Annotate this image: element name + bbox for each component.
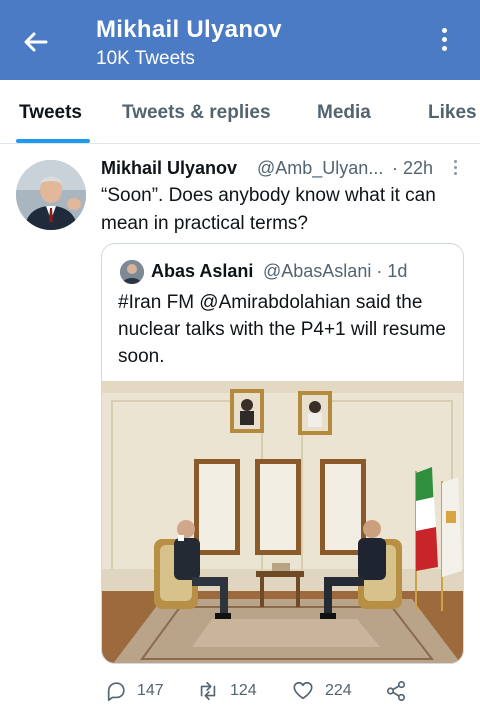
reply-icon[interactable] <box>105 680 127 702</box>
quote-author-name: Abas Aslani <box>151 261 254 281</box>
tweet-timestamp[interactable]: · 22h <box>392 158 433 179</box>
profile-tabs: Tweets Tweets & replies Media Likes <box>0 80 480 144</box>
reply-count: 147 <box>137 682 164 699</box>
retweet-icon[interactable] <box>197 680 219 702</box>
back-arrow-icon[interactable] <box>20 26 52 58</box>
quote-author-handle: @AbasAslani · 1d <box>263 261 408 281</box>
share-icon[interactable] <box>385 680 407 702</box>
retweet-count: 124 <box>230 682 257 699</box>
tweet-actions: 147 124 224 <box>0 676 480 706</box>
tweet-author-name[interactable]: Mikhail Ulyanov <box>101 158 237 179</box>
tab-tweets-replies[interactable]: Tweets & replies <box>122 102 271 124</box>
tweet-count: 10K Tweets <box>96 48 195 69</box>
tab-media[interactable]: Media <box>317 102 371 124</box>
quoted-tweet[interactable]: Abas Aslani @AbasAslani · 1d #Iran FM @A… <box>101 243 464 664</box>
tab-tweets[interactable]: Tweets <box>19 102 82 124</box>
active-tab-indicator <box>16 139 90 143</box>
profile-header: Mikhail Ulyanov 10K Tweets <box>0 0 480 80</box>
tweet-author-handle[interactable]: @Amb_Ulyan... <box>257 158 383 179</box>
like-count: 224 <box>325 682 352 699</box>
avatar[interactable] <box>16 160 86 230</box>
tweet-text: “Soon”. Does anybody know what it can me… <box>101 185 436 234</box>
more-vertical-icon[interactable] <box>436 28 452 58</box>
profile-name: Mikhail Ulyanov <box>96 16 282 43</box>
like-icon[interactable] <box>292 680 314 702</box>
tweet-more-icon[interactable] <box>451 160 459 180</box>
quote-avatar <box>120 260 144 284</box>
tab-likes[interactable]: Likes <box>428 102 477 124</box>
quote-photo[interactable] <box>102 381 463 663</box>
quote-text: #Iran FM @Amirabdolahian said the nuclea… <box>118 292 446 367</box>
